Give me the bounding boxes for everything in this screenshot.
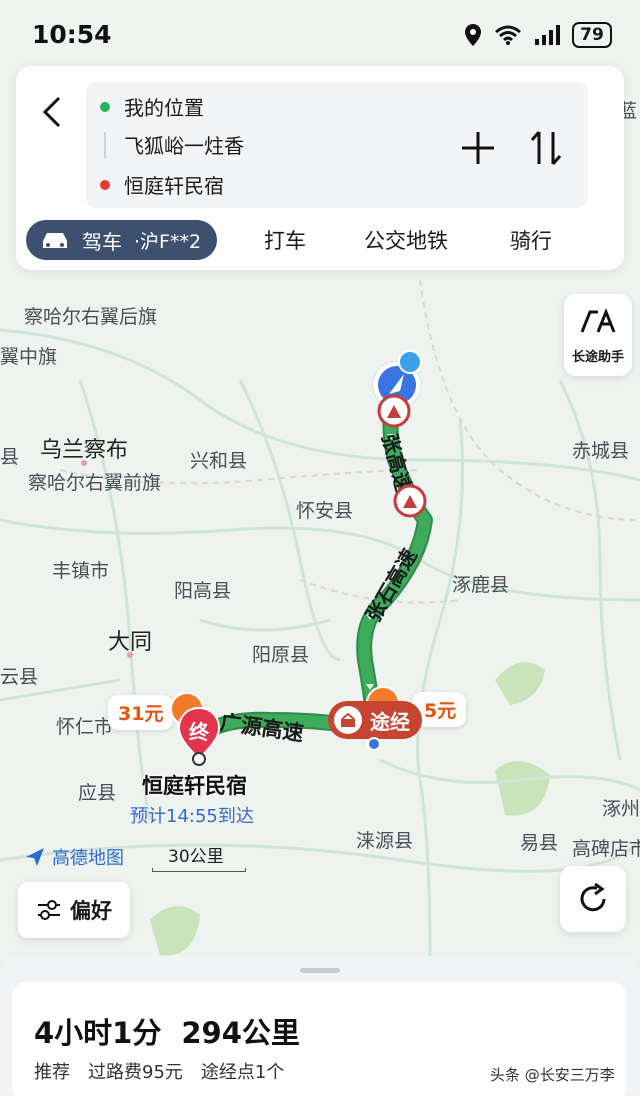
map-label: 丰镇市 [52, 560, 110, 582]
origin-text: 我的位置 [124, 96, 204, 120]
route-fields: 我的位置 飞狐峪一炷香 恒庭轩民宿 [86, 82, 588, 208]
map-label: 怀仁市 [56, 716, 114, 738]
waypoint-text: 飞狐峪一炷香 [124, 134, 244, 158]
status-bar: 10:54 79 [0, 0, 640, 70]
map-label: 易县 [520, 832, 559, 854]
amap-logo: 高德地图 [24, 844, 124, 870]
map-label: 乌兰察布 [40, 432, 128, 466]
chevron-left-icon [42, 96, 61, 128]
map-label: 涿州 [602, 798, 640, 820]
route-input-card: 我的位置 飞狐峪一炷香 恒庭轩民宿 驾车 ·沪F**2 打车 公交地铁 骑行 [16, 66, 624, 270]
destination-name: 恒庭轩民宿 [142, 774, 247, 798]
sliders-icon [38, 900, 60, 920]
signal-icon [535, 25, 560, 45]
map-label: 涞源县 [356, 830, 414, 852]
swap-icon[interactable] [524, 126, 568, 170]
battery-indicator: 79 [572, 22, 612, 48]
tab-drive[interactable]: 驾车 ·沪F**2 [26, 220, 218, 260]
eta-text: 预计14:55到达 [130, 806, 254, 827]
destination-field[interactable]: 恒庭轩民宿 [100, 170, 224, 199]
route-toll: 过路费95元 [88, 1062, 183, 1083]
map-label: 应县 [78, 782, 117, 804]
amap-logo-icon [26, 848, 44, 866]
route-waypoints: 途经点1个 [200, 1062, 285, 1083]
tab-drive-label: 驾车 [82, 229, 122, 254]
refresh-icon [580, 882, 606, 912]
route-connector [104, 131, 106, 158]
map-label: 高碑店市 [572, 838, 640, 860]
destination-badge: 终 [189, 720, 209, 744]
map-label: 大同 [108, 624, 152, 658]
toll-gate-icon [334, 706, 362, 734]
waypoint-pill[interactable]: 途经 [328, 701, 422, 739]
back-button[interactable] [30, 90, 74, 134]
toll-price-tag[interactable]: 31元 [108, 695, 174, 730]
route-distance: 294公里 [181, 1016, 300, 1050]
plate-number: ·沪F**2 [134, 230, 202, 253]
wifi-icon [495, 25, 521, 45]
sheet-handle[interactable] [300, 968, 340, 973]
location-icon [465, 24, 481, 46]
preference-button[interactable]: 偏好 [18, 882, 130, 938]
tab-taxi[interactable]: 打车 [264, 225, 306, 255]
map-scale: 30公里 [152, 842, 246, 872]
logo-text: 高德地图 [52, 848, 124, 869]
map-label: 云县 [0, 666, 39, 688]
route-summary-main: 4小时1分 294公里 [34, 1010, 300, 1052]
waypoint-dot [367, 737, 381, 751]
route-duration: 4小时1分 [34, 1016, 162, 1050]
map-label: 察哈尔右翼后旗 [24, 306, 158, 328]
origin-field[interactable]: 我的位置 [100, 92, 204, 121]
map-label: 怀安县 [296, 500, 354, 522]
construction-icon [377, 394, 411, 428]
car-icon [43, 233, 67, 248]
map-label: 察哈尔右翼前旗 [28, 472, 162, 494]
refresh-button[interactable] [560, 866, 626, 932]
long-trip-assistant-button[interactable]: 长途助手 [564, 294, 632, 376]
waypoint-label: 途经 [370, 709, 410, 734]
origin-dot [100, 101, 110, 112]
construction-icon [393, 484, 427, 518]
watermark: 头条 @长安三万李 [490, 1066, 615, 1084]
long-trip-icon [580, 307, 616, 333]
status-time: 10:54 [32, 20, 112, 49]
map-label: 阳高县 [174, 580, 232, 602]
map-label: 兴和县 [190, 450, 248, 472]
origin-marker [398, 350, 422, 374]
scale-text: 30公里 [168, 847, 224, 867]
tab-ride[interactable]: 骑行 [510, 225, 552, 255]
map-label: 赤城县 [572, 440, 630, 462]
route-tag: 推荐 [34, 1062, 70, 1083]
map-label: 翼中旗 [0, 346, 58, 368]
route-summary-details: 推荐 过路费95元 途经点1个 [34, 1058, 284, 1084]
long-trip-label: 长途助手 [571, 350, 624, 365]
tab-transit[interactable]: 公交地铁 [364, 225, 448, 255]
status-icons: 79 [464, 22, 612, 48]
destination-text: 恒庭轩民宿 [124, 174, 224, 198]
add-waypoint-icon[interactable] [456, 126, 500, 170]
map-label: 涿鹿县 [452, 574, 510, 596]
travel-mode-tabs: 驾车 ·沪F**2 打车 公交地铁 骑行 [26, 218, 616, 262]
map-label: 阳原县 [252, 644, 310, 666]
scale-bar [152, 868, 246, 872]
destination-dot [100, 179, 110, 190]
map-label: 县 [0, 446, 20, 468]
preference-label: 偏好 [70, 899, 112, 923]
waypoint-field[interactable]: 飞狐峪一炷香 [100, 130, 244, 159]
